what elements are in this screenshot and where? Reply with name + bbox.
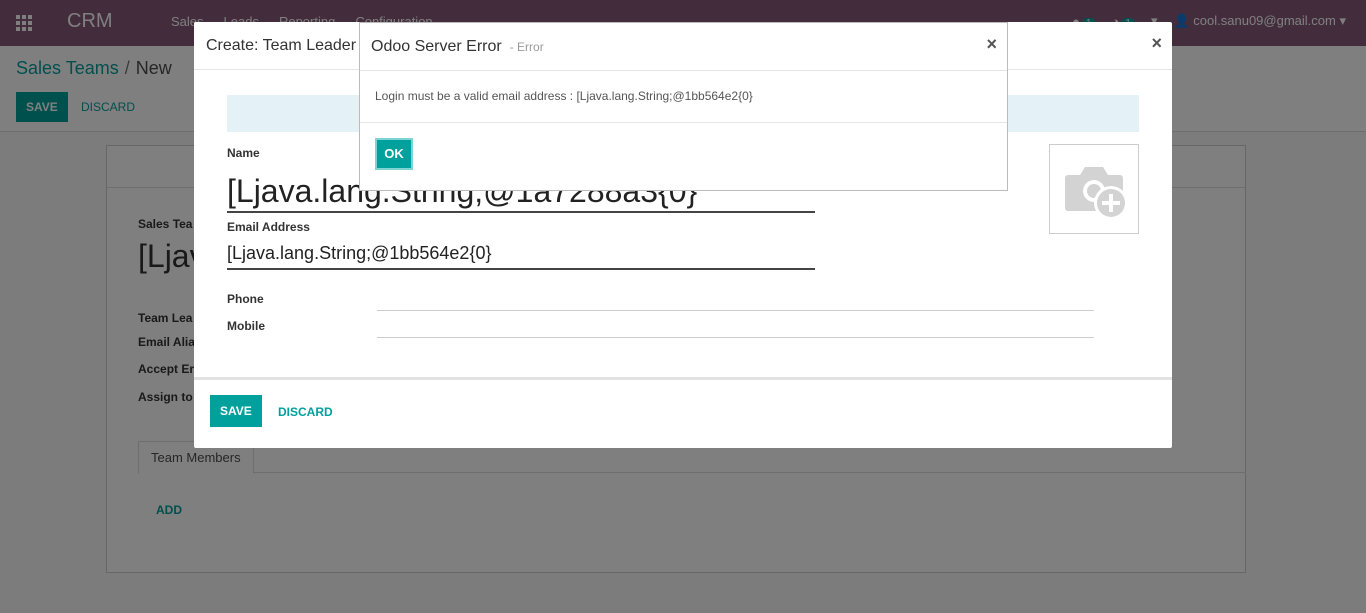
error-message: Login must be a valid email address : [L…	[375, 89, 753, 103]
close-icon[interactable]: ×	[1151, 34, 1162, 52]
name-label: Name	[227, 146, 260, 160]
phone-label: Phone	[227, 292, 264, 306]
error-dialog-footer: OK	[360, 122, 1007, 190]
error-subtitle: - Error	[509, 40, 544, 54]
error-title-text: Odoo Server Error	[371, 38, 502, 55]
dialog-save-button[interactable]: SAVE	[210, 395, 262, 427]
dialog-title: Create: Team Leader	[206, 37, 357, 54]
ok-button[interactable]: OK	[375, 138, 413, 170]
close-icon[interactable]: ×	[986, 35, 997, 53]
server-error-dialog: Odoo Server Error - Error × Login must be…	[359, 22, 1008, 191]
error-dialog-title: Odoo Server Error - Error	[371, 38, 544, 56]
camera-plus-icon	[1065, 167, 1128, 220]
phone-input[interactable]	[377, 310, 1094, 311]
error-dialog-header: Odoo Server Error - Error ×	[360, 23, 1007, 71]
dialog-discard-button[interactable]: DISCARD	[278, 405, 333, 419]
email-address-input[interactable]: [Ljava.lang.String;@1bb564e2{0}	[227, 238, 815, 270]
mobile-input[interactable]	[377, 337, 1094, 338]
email-address-label: Email Address	[227, 220, 310, 234]
mobile-label: Mobile	[227, 319, 265, 333]
dialog-footer: SAVE DISCARD	[194, 377, 1172, 448]
avatar-upload[interactable]	[1049, 144, 1139, 234]
